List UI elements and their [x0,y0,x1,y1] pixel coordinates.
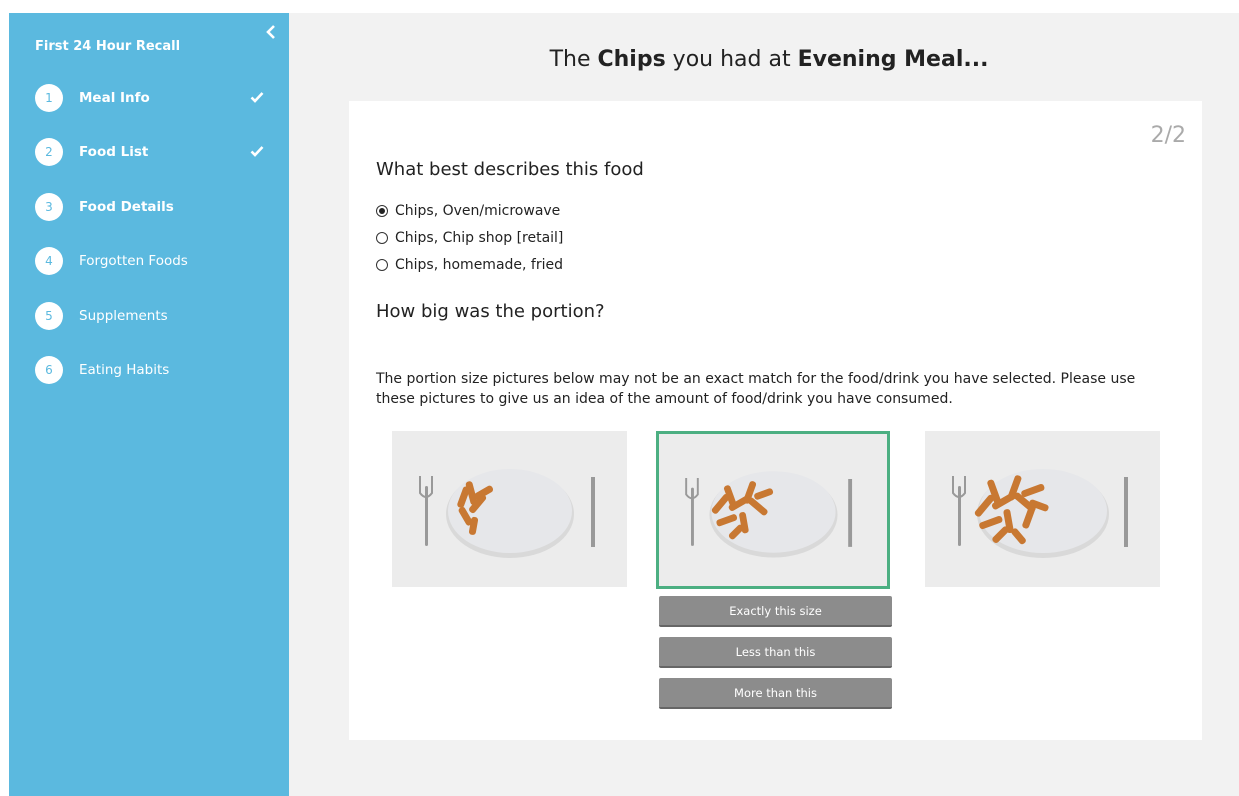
check-icon [250,146,264,158]
title-food: Chips [597,47,666,72]
sidebar-title: First 24 Hour Recall [35,39,181,54]
radio-button[interactable] [376,258,388,271]
question-describes-food: What best describes this food [376,159,644,180]
question-portion-size: How big was the portion? [376,301,605,322]
step-number: 1 [35,84,63,112]
portion-image-small[interactable] [392,431,627,587]
plate-chips-image [925,431,1160,587]
step-label: Meal Info [79,90,150,106]
exactly-this-size-button[interactable]: Exactly this size [659,596,892,627]
chevron-left-icon [266,25,275,39]
radio-button[interactable] [376,204,388,217]
plate-chips-image [659,434,887,586]
app-window: First 24 Hour Recall 1 Meal Info 2 Food … [9,13,1239,796]
radio-button[interactable] [376,231,388,244]
step-meal-info[interactable]: 1 Meal Info [35,84,265,138]
step-label: Food List [79,144,149,161]
check-icon [250,92,264,103]
option-label: Chips, Oven/microwave [395,202,561,219]
page-indicator: 2/2 [1150,123,1186,148]
option-oven-microwave[interactable]: Chips, Oven/microwave [376,197,563,224]
step-label: Supplements [79,307,168,324]
step-label: Eating Habits [79,361,170,378]
step-number: 6 [35,355,63,384]
option-label: Chips, homemade, fried [395,256,563,273]
step-eating-habits[interactable]: 6 Eating Habits [35,355,265,410]
title-middle: you had at [665,47,798,72]
title-meal: Evening Meal... [797,47,989,72]
step-label: Food Details [79,198,174,215]
page-title: The Chips you had at Evening Meal... [299,47,1239,72]
food-options: Chips, Oven/microwave Chips, Chip shop [… [376,197,563,278]
plate-chips-image [392,431,627,587]
collapse-sidebar-button[interactable] [263,21,279,43]
portion-image-large[interactable] [925,431,1160,587]
question-card: 2/2 What best describes this food Chips,… [349,101,1202,740]
less-than-this-button[interactable]: Less than this [659,637,892,668]
portion-notice: The portion size pictures below may not … [376,371,1136,407]
steps-list: 1 Meal Info 2 Food List 3 Food Details 4… [35,84,265,410]
sidebar: First 24 Hour Recall 1 Meal Info 2 Food … [9,13,289,796]
step-food-details[interactable]: 3 Food Details [35,192,265,247]
title-prefix: The [549,47,598,72]
step-number: 2 [35,138,63,167]
step-forgotten-foods[interactable]: 4 Forgotten Foods [35,247,265,301]
step-number: 4 [35,247,63,276]
option-homemade-fried[interactable]: Chips, homemade, fried [376,251,563,278]
more-than-this-button[interactable]: More than this [659,678,892,709]
step-label: Forgotten Foods [79,253,188,270]
step-food-list[interactable]: 2 Food List [35,138,265,192]
portion-image-medium[interactable] [656,431,890,589]
step-supplements[interactable]: 5 Supplements [35,301,265,356]
step-number: 3 [35,192,63,221]
option-chip-shop[interactable]: Chips, Chip shop [retail] [376,224,563,251]
option-label: Chips, Chip shop [retail] [395,229,564,246]
step-number: 5 [35,301,63,330]
